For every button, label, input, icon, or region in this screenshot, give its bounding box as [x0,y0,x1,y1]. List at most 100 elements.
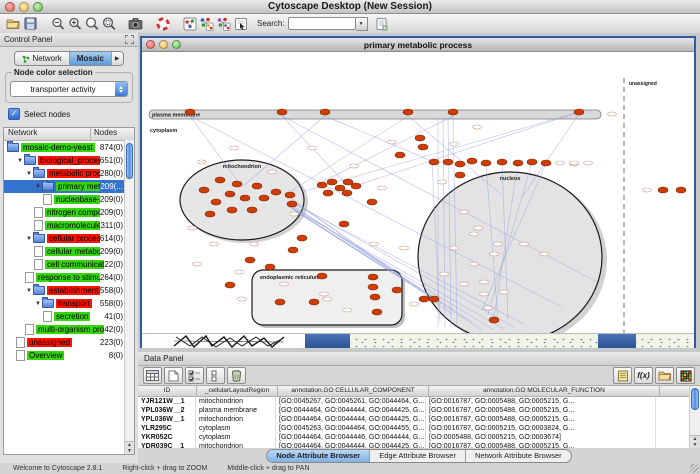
search-input[interactable] [288,17,356,30]
graph-node[interactable] [372,309,382,315]
float-panel-icon[interactable] [125,35,134,44]
tree-row-label[interactable]: mosaic-demo-yeast [21,143,95,152]
graph-node[interactable] [658,187,668,193]
graph-node[interactable] [342,190,352,196]
nucleus-region[interactable] [418,172,602,333]
graph-node[interactable] [368,274,378,280]
graph-node[interactable] [455,161,465,167]
graph-node[interactable] [252,183,262,189]
graph-node[interactable] [317,182,327,188]
tree-row[interactable]: ▼primary metabo209(... [4,180,125,193]
zoom-selected-icon[interactable] [100,16,117,31]
graph-node[interactable] [527,159,537,165]
graph-node[interactable] [370,294,380,300]
tab-overflow-arrow[interactable]: ▶ [112,52,123,65]
graph-node[interactable] [199,187,209,193]
graph-node[interactable] [429,159,439,165]
tree-column-network[interactable]: Network [4,128,91,140]
graph-node[interactable] [489,317,499,323]
checklist-icon[interactable] [185,367,204,384]
table-column-header[interactable]: annotation.GO MOLECULAR_FUNCTION [429,386,660,396]
tab-edge-attribute-browser[interactable]: Edge Attribute Browser [370,450,466,462]
graph-node[interactable] [271,189,281,195]
graph-node[interactable] [317,273,327,279]
tab-network[interactable]: Network [15,52,69,65]
layout-alt-icon[interactable] [215,16,232,31]
graph-node[interactable] [467,158,477,164]
graph-node[interactable] [574,109,584,115]
graph-node[interactable] [323,190,333,196]
tab-node-attribute-browser[interactable]: Node Attribute Browser [267,450,370,462]
tree-row[interactable]: ▼biological_process651(0) [4,154,125,167]
graph-node[interactable] [368,284,378,290]
graph-node[interactable] [245,257,255,263]
network-overview-icon[interactable] [181,16,198,31]
graph-node[interactable] [339,221,349,227]
graph-node[interactable] [351,183,361,189]
tab-mosaic[interactable]: Mosaic [70,52,112,65]
table-column-header[interactable]: ID [138,386,197,396]
tree-row[interactable]: unassigned223(0) [4,336,125,349]
trash-icon[interactable] [227,367,246,384]
graph-node[interactable] [227,207,237,213]
search-dropdown-arrow[interactable]: ▼ [356,17,368,31]
graph-node[interactable] [185,109,195,115]
tree-row[interactable]: response to stimulu264(0) [4,271,125,284]
table-row[interactable]: YPL036W__2plasma membrane[GO:0044464, GO… [138,406,700,415]
graph-node[interactable] [481,160,491,166]
tree-expand-arrow-icon[interactable]: ▼ [25,171,33,177]
tree-row[interactable]: secretion41(0) [4,310,125,323]
graph-node[interactable] [309,299,319,305]
folder-open-icon[interactable] [655,367,674,384]
graph-node[interactable] [497,159,507,165]
tree-expand-arrow-icon[interactable]: ▼ [25,236,33,242]
graph-node[interactable] [211,199,221,205]
table-icon[interactable] [143,367,162,384]
table-row[interactable]: YKR052Ccytoplasm[GO:0044464, GO:0044446,… [138,433,700,442]
tree-row-label[interactable]: unassigned [27,338,72,347]
plasma-membrane-region[interactable] [149,110,601,119]
graph-node[interactable] [287,201,297,207]
zoom-out-icon[interactable] [49,16,66,31]
tree-row[interactable]: ▼transport558(0) [4,297,125,310]
notepad-icon[interactable] [613,367,632,384]
graph-node[interactable] [429,296,439,302]
graph-node[interactable] [541,160,551,166]
graph-node[interactable] [455,172,465,178]
tree-column-nodes[interactable]: Nodes [91,128,134,140]
graph-node[interactable] [297,235,307,241]
table-row[interactable]: YPL036W__1mitochondrion[GO:0044464, GO:0… [138,415,700,424]
tree-row-label[interactable]: biological_process [38,156,100,165]
tree-row-label[interactable]: Overview [27,351,64,360]
tree-row[interactable]: multi-organism pro42(0) [4,323,125,336]
graph-node[interactable] [275,299,285,305]
table-scrollbar[interactable]: ▲▼ [689,386,700,448]
table-column-header[interactable]: _cellularLayoutRegion [197,386,278,396]
tree-row[interactable]: nitrogen compo209(0) [4,206,125,219]
tree-row[interactable]: ▼establishment of lo558(0) [4,284,125,297]
graph-node[interactable] [265,264,275,270]
graph-node[interactable] [259,195,269,201]
table-row[interactable]: YLR295Ccytoplasm[GO:0045263, GO:0044464,… [138,424,700,433]
help-icon[interactable] [154,16,171,31]
tree-row-label[interactable]: response to stimulu [36,273,100,282]
tree-row[interactable]: mosaic-demo-yeast874(0) [4,141,125,154]
tab-network-attribute-browser[interactable]: Network Attribute Browser [466,450,571,462]
zoom-fit-icon[interactable] [83,16,100,31]
graph-node[interactable] [513,160,523,166]
network-canvas[interactable]: plasma membranecytoplasmmitochondrionnuc… [142,52,694,333]
import-attributes-icon[interactable] [374,16,391,31]
tree-row-label[interactable]: nitrogen compo [45,208,100,217]
graph-node[interactable] [277,109,287,115]
tree-row[interactable]: ▼metabolic process280(0) [4,167,125,180]
tree-row-label[interactable]: primary metabo [56,182,100,191]
graph-node[interactable] [392,287,402,293]
annotation-icon[interactable] [232,16,249,31]
snapshot-icon[interactable] [127,16,144,31]
tree-expand-arrow-icon[interactable]: ▼ [16,158,24,164]
function-icon[interactable]: f(x) [634,367,653,384]
graph-node[interactable] [676,187,686,193]
graph-node[interactable] [395,152,405,158]
graph-node[interactable] [285,192,295,198]
graph-node[interactable] [443,159,453,165]
